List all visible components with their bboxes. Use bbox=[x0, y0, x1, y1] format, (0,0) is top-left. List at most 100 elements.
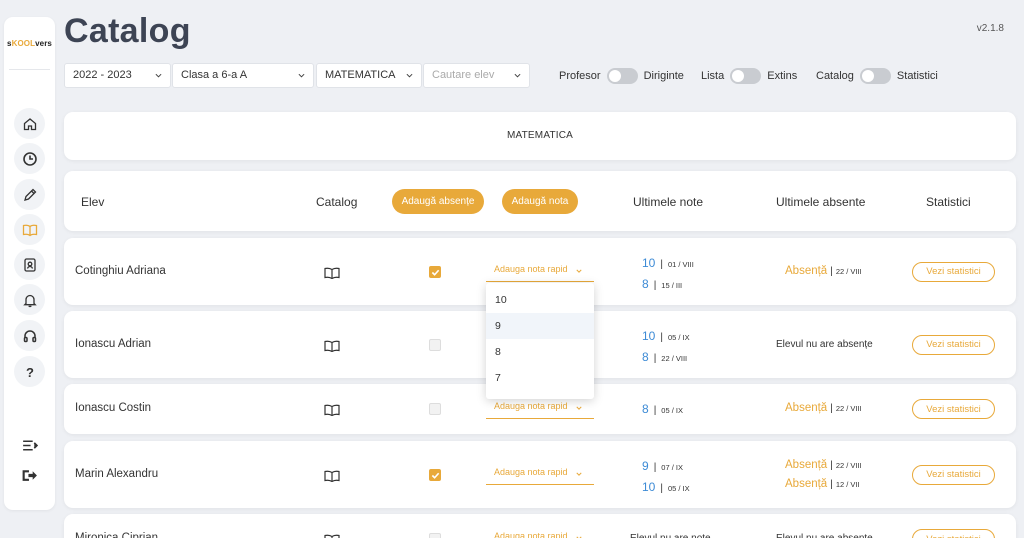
chevron-down-icon bbox=[298, 73, 305, 78]
no-absences-text: Elevul nu are absențe bbox=[776, 338, 873, 350]
headphones-icon bbox=[23, 329, 36, 342]
grade-entry[interactable]: 8 | 05 / IX bbox=[642, 402, 683, 416]
toggle-switch[interactable] bbox=[606, 68, 638, 84]
book-icon bbox=[22, 224, 37, 236]
student-search-select[interactable]: Cautare elev bbox=[423, 63, 530, 88]
student-name: Ionascu Adrian bbox=[75, 337, 152, 350]
clock-icon bbox=[22, 151, 37, 166]
grade-entry[interactable]: 8 | 22 / VIII bbox=[642, 350, 687, 364]
student-name: Mironica Ciprian bbox=[75, 532, 159, 538]
student-name: Marin Alexandru bbox=[75, 467, 159, 480]
view-stats-button[interactable]: Vezi statistici bbox=[912, 399, 995, 419]
sidebar: sKOOLvers ? bbox=[4, 17, 55, 510]
view-stats-button[interactable]: Vezi statistici bbox=[912, 334, 995, 355]
chevron-down-icon bbox=[514, 73, 521, 78]
col-stats: Statistici bbox=[926, 195, 971, 209]
class-select[interactable]: Clasa a 6-a A bbox=[172, 63, 314, 88]
no-grades-text: Elevul nu are note bbox=[630, 533, 711, 538]
toggle-lista-extins[interactable]: Lista Extins bbox=[701, 66, 797, 86]
grade-entry[interactable]: 10 | 01 / VIII bbox=[642, 256, 694, 270]
chevron-down-icon bbox=[155, 73, 162, 78]
absence-entry[interactable]: Absență | 12 / VII bbox=[785, 478, 860, 490]
nav-support[interactable] bbox=[14, 320, 45, 351]
add-absences-button[interactable]: Adaugă absențe bbox=[392, 189, 484, 214]
absence-checkbox[interactable] bbox=[429, 265, 441, 278]
nav-notifications[interactable] bbox=[14, 284, 45, 315]
absence-entry[interactable]: Absență | 22 / VIII bbox=[785, 402, 862, 414]
book-icon bbox=[324, 339, 340, 356]
nav-collapse[interactable] bbox=[14, 433, 45, 457]
subject-title: MATEMATICA bbox=[506, 130, 574, 141]
col-last-absences: Ultimele absente bbox=[776, 195, 866, 209]
col-student: Elev bbox=[81, 195, 105, 209]
chevron-down-icon bbox=[576, 406, 582, 410]
grade-entry[interactable]: 10 | 05 / IX bbox=[642, 480, 690, 494]
nav-edit[interactable] bbox=[14, 179, 45, 210]
quick-grade-select[interactable]: Adauga nota rapid bbox=[486, 399, 594, 419]
menu-collapse-icon bbox=[23, 439, 38, 451]
grade-entry[interactable]: 9 | 07 / IX bbox=[642, 459, 683, 473]
nav-home[interactable] bbox=[14, 108, 45, 139]
add-grade-button[interactable]: Adaugă nota bbox=[502, 189, 578, 214]
app-logo[interactable]: sKOOLvers bbox=[4, 39, 55, 48]
bell-icon bbox=[22, 294, 37, 307]
version-label: v2.1.8 bbox=[976, 23, 1004, 34]
col-last-grades: Ultimele note bbox=[633, 195, 704, 209]
divider bbox=[9, 69, 50, 70]
toggle-catalog-statistici[interactable]: Catalog Statistici bbox=[816, 66, 938, 86]
no-absences-text: Elevul nu are absențe bbox=[776, 533, 873, 538]
toggle-profesor-diriginte[interactable]: Profesor Diriginte bbox=[559, 66, 684, 86]
nav-history[interactable] bbox=[14, 143, 45, 174]
absence-entry[interactable]: Absență | 22 / VIII bbox=[785, 265, 862, 277]
table-row: Marin Alexandru Adauga nota rapid 9 | 07 / I… bbox=[64, 441, 1016, 508]
dropdown-option[interactable]: 8 bbox=[486, 339, 594, 365]
quick-grade-select[interactable]: Adauga nota rapid bbox=[486, 465, 594, 485]
page-title: Catalog bbox=[64, 12, 191, 50]
open-catalog-button[interactable] bbox=[324, 469, 340, 482]
quick-grade-dropdown: 10 9 8 7 bbox=[486, 283, 594, 399]
nav-help[interactable]: ? bbox=[14, 356, 45, 387]
document-user-icon bbox=[23, 257, 36, 272]
table-header: Elev Catalog Adaugă absențe Adaugă nota … bbox=[64, 171, 1016, 231]
subject-card: MATEMATICA bbox=[64, 112, 1016, 160]
chevron-down-icon bbox=[406, 73, 413, 78]
dropdown-option[interactable]: 9 bbox=[486, 313, 594, 339]
absence-checkbox[interactable] bbox=[429, 403, 441, 415]
table-row: Mironica Ciprian Adauga nota rapid Elevul … bbox=[64, 514, 1016, 538]
logout-icon bbox=[22, 469, 37, 481]
nav-reports[interactable] bbox=[14, 249, 45, 280]
view-stats-button[interactable]: Vezi statistici bbox=[912, 529, 995, 538]
toggle-switch[interactable] bbox=[730, 68, 762, 84]
question-icon: ? bbox=[26, 365, 34, 380]
student-name: Ionascu Costin bbox=[75, 402, 152, 414]
grade-entry[interactable]: 8 | 15 / III bbox=[642, 277, 682, 291]
book-icon bbox=[324, 266, 340, 283]
svg-text:?: ? bbox=[26, 365, 34, 380]
chevron-down-icon bbox=[576, 472, 582, 476]
home-icon bbox=[23, 117, 36, 130]
book-icon bbox=[324, 533, 340, 538]
subject-select[interactable]: MATEMATICA bbox=[316, 63, 422, 88]
nav-logout[interactable] bbox=[14, 463, 45, 487]
grade-entry[interactable]: 10 | 05 / IX bbox=[642, 329, 690, 343]
toggle-switch[interactable] bbox=[859, 68, 891, 84]
quick-grade-select[interactable]: Adauga nota rapid bbox=[486, 262, 594, 282]
nav-catalog[interactable] bbox=[14, 214, 45, 245]
open-catalog-button[interactable] bbox=[324, 533, 340, 538]
open-catalog-button[interactable] bbox=[324, 403, 340, 417]
dropdown-option[interactable]: 7 bbox=[486, 365, 594, 391]
view-stats-button[interactable]: Vezi statistici bbox=[912, 261, 995, 282]
student-name: Cotinghiu Adriana bbox=[75, 264, 166, 277]
book-icon bbox=[324, 469, 340, 486]
quick-grade-select[interactable]: Adauga nota rapid bbox=[486, 529, 594, 538]
absence-checkbox[interactable] bbox=[429, 468, 441, 481]
view-stats-button[interactable]: Vezi statistici bbox=[912, 464, 995, 485]
year-select[interactable]: 2022 - 2023 bbox=[64, 63, 171, 88]
absence-entry[interactable]: Absență | 22 / VIII bbox=[785, 459, 862, 471]
dropdown-option[interactable]: 10 bbox=[486, 287, 594, 313]
open-catalog-button[interactable] bbox=[324, 266, 340, 279]
col-catalog: Catalog bbox=[316, 195, 358, 209]
open-catalog-button[interactable] bbox=[324, 339, 340, 352]
absence-checkbox[interactable] bbox=[429, 338, 441, 351]
absence-checkbox[interactable] bbox=[429, 533, 441, 538]
